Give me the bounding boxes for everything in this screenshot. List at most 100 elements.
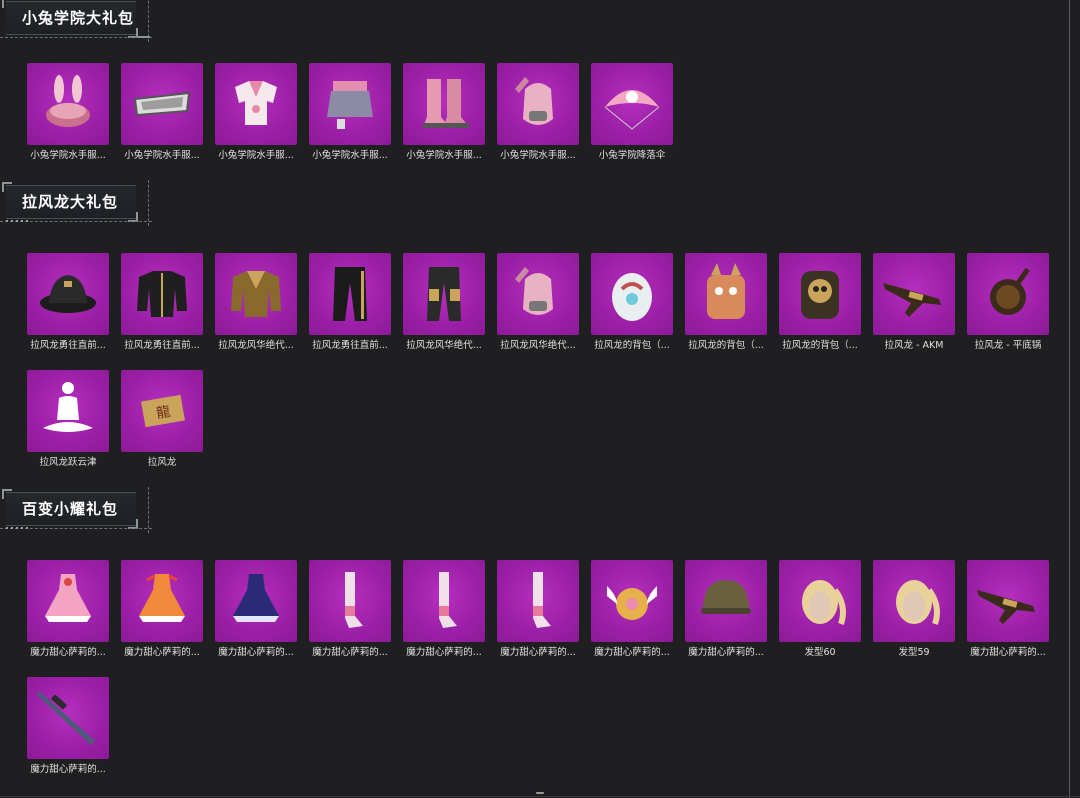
stockings-icon <box>409 566 479 636</box>
item-thumbnail[interactable]: 龍 <box>121 370 203 452</box>
bunny-hat-icon <box>33 69 103 139</box>
skirt-icon <box>315 69 385 139</box>
item-card[interactable]: 魔力甜心萨莉的... <box>497 560 579 662</box>
item-thumbnail[interactable] <box>309 253 391 335</box>
winged-backpack-icon <box>597 566 667 636</box>
item-card[interactable]: 小兔学院水手服... <box>497 63 579 165</box>
item-thumbnail[interactable] <box>403 253 485 335</box>
item-thumbnail[interactable] <box>215 253 297 335</box>
item-label: 小兔学院水手服... <box>500 150 576 161</box>
item-label: 拉风龙 - 平底锅 <box>974 340 1042 351</box>
item-thumbnail[interactable] <box>27 560 109 642</box>
item-card[interactable]: 龍拉风龙 <box>121 370 203 472</box>
item-label: 小兔学院水手服... <box>30 150 106 161</box>
parachute-icon <box>597 69 667 139</box>
item-label: 发型59 <box>898 647 930 658</box>
item-thumbnail[interactable] <box>403 560 485 642</box>
item-card[interactable]: 拉风龙的背包（... <box>779 253 861 355</box>
pan-icon <box>973 259 1043 329</box>
item-thumbnail[interactable] <box>215 560 297 642</box>
item-card[interactable]: 发型59 <box>873 560 955 662</box>
item-card[interactable]: 魔力甜心萨莉的... <box>121 560 203 662</box>
item-card[interactable]: 拉风龙风华绝代... <box>215 253 297 355</box>
item-card[interactable]: 魔力甜心萨莉的... <box>215 560 297 662</box>
item-thumbnail[interactable] <box>121 253 203 335</box>
item-label: 拉风龙跃云津 <box>39 457 97 468</box>
item-thumbnail[interactable] <box>403 63 485 145</box>
helmet-icon <box>691 566 761 636</box>
item-thumbnail[interactable] <box>27 677 109 759</box>
item-card[interactable]: 拉风龙勇往直前... <box>309 253 391 355</box>
scroll-indicator[interactable] <box>536 792 544 794</box>
item-label: 魔力甜心萨莉的... <box>970 647 1046 658</box>
item-thumbnail[interactable] <box>685 253 767 335</box>
item-card[interactable]: 魔力甜心萨莉的... <box>591 560 673 662</box>
item-thumbnail[interactable] <box>309 63 391 145</box>
item-thumbnail[interactable] <box>497 560 579 642</box>
item-card[interactable]: 拉风龙风华绝代... <box>403 253 485 355</box>
section-title: 百变小耀礼包 <box>22 500 119 518</box>
skull-backpack-icon <box>785 259 855 329</box>
item-card[interactable]: 小兔学院水手服... <box>27 63 109 165</box>
item-thumbnail[interactable] <box>27 253 109 335</box>
item-card[interactable]: 魔力甜心萨莉的... <box>403 560 485 662</box>
item-thumbnail[interactable] <box>779 253 861 335</box>
item-label: 小兔学院降落伞 <box>598 150 666 161</box>
item-thumbnail[interactable] <box>967 560 1049 642</box>
item-card[interactable]: 小兔学院降落伞 <box>591 63 673 165</box>
item-card[interactable]: 拉风龙 - AKM <box>873 253 955 355</box>
hairstyle-icon <box>785 566 855 636</box>
bucket-hat-icon <box>33 259 103 329</box>
item-card[interactable]: 魔力甜心萨莉的... <box>967 560 1049 662</box>
item-card[interactable]: 魔力甜心萨莉的... <box>27 560 109 662</box>
item-thumbnail[interactable] <box>121 63 203 145</box>
item-label: 小兔学院水手服... <box>406 150 482 161</box>
item-thumbnail[interactable] <box>873 253 955 335</box>
item-card[interactable]: 小兔学院水手服... <box>121 63 203 165</box>
item-thumbnail[interactable] <box>873 560 955 642</box>
cargo-pants-icon <box>409 259 479 329</box>
bottom-divider <box>0 796 1080 797</box>
item-thumbnail[interactable] <box>497 63 579 145</box>
item-thumbnail[interactable] <box>779 560 861 642</box>
item-card[interactable]: 发型60 <box>779 560 861 662</box>
egg-backpack-icon <box>597 259 667 329</box>
item-thumbnail[interactable] <box>27 370 109 452</box>
orange-dress-icon <box>127 566 197 636</box>
item-thumbnail[interactable] <box>121 560 203 642</box>
item-card[interactable]: 拉风龙跃云津 <box>27 370 109 472</box>
pants-icon <box>315 259 385 329</box>
item-thumbnail[interactable] <box>967 253 1049 335</box>
section-header-variety: 百变小耀礼包 <box>0 487 155 533</box>
item-thumbnail[interactable] <box>497 253 579 335</box>
item-thumbnail[interactable] <box>591 560 673 642</box>
item-thumbnail[interactable] <box>27 63 109 145</box>
item-grid-variety: 魔力甜心萨莉的... 魔力甜心萨莉的... 魔力甜心萨莉的... 魔力甜心萨莉的...… <box>27 560 1067 779</box>
rifle-icon <box>879 259 949 329</box>
item-card[interactable]: 拉风龙的背包（... <box>685 253 767 355</box>
svg-text:龍: 龍 <box>155 403 172 422</box>
item-thumbnail[interactable] <box>591 63 673 145</box>
item-card[interactable]: 拉风龙风华绝代... <box>497 253 579 355</box>
item-label: 拉风龙风华绝代... <box>218 340 294 351</box>
item-thumbnail[interactable] <box>685 560 767 642</box>
item-thumbnail[interactable] <box>215 63 297 145</box>
gloves-icon <box>503 259 573 329</box>
meditation-emote-icon <box>33 376 103 446</box>
item-card[interactable]: 小兔学院水手服... <box>215 63 297 165</box>
item-card[interactable]: 魔力甜心萨莉的... <box>309 560 391 662</box>
section-title: 小兔学院大礼包 <box>22 9 135 27</box>
item-thumbnail[interactable] <box>591 253 673 335</box>
item-card[interactable]: 拉风龙的背包（... <box>591 253 673 355</box>
item-card[interactable]: 拉风龙 - 平底锅 <box>967 253 1049 355</box>
item-card[interactable]: 魔力甜心萨莉的... <box>685 560 767 662</box>
item-label: 发型60 <box>804 647 836 658</box>
stockings-icon <box>503 566 573 636</box>
item-thumbnail[interactable] <box>309 560 391 642</box>
item-label: 拉风龙 - AKM <box>884 340 944 351</box>
item-card[interactable]: 小兔学院水手服... <box>309 63 391 165</box>
item-card[interactable]: 小兔学院水手服... <box>403 63 485 165</box>
item-card[interactable]: 魔力甜心萨莉的... <box>27 677 109 779</box>
item-card[interactable]: 拉风龙勇往直前... <box>27 253 109 355</box>
item-card[interactable]: 拉风龙勇往直前... <box>121 253 203 355</box>
